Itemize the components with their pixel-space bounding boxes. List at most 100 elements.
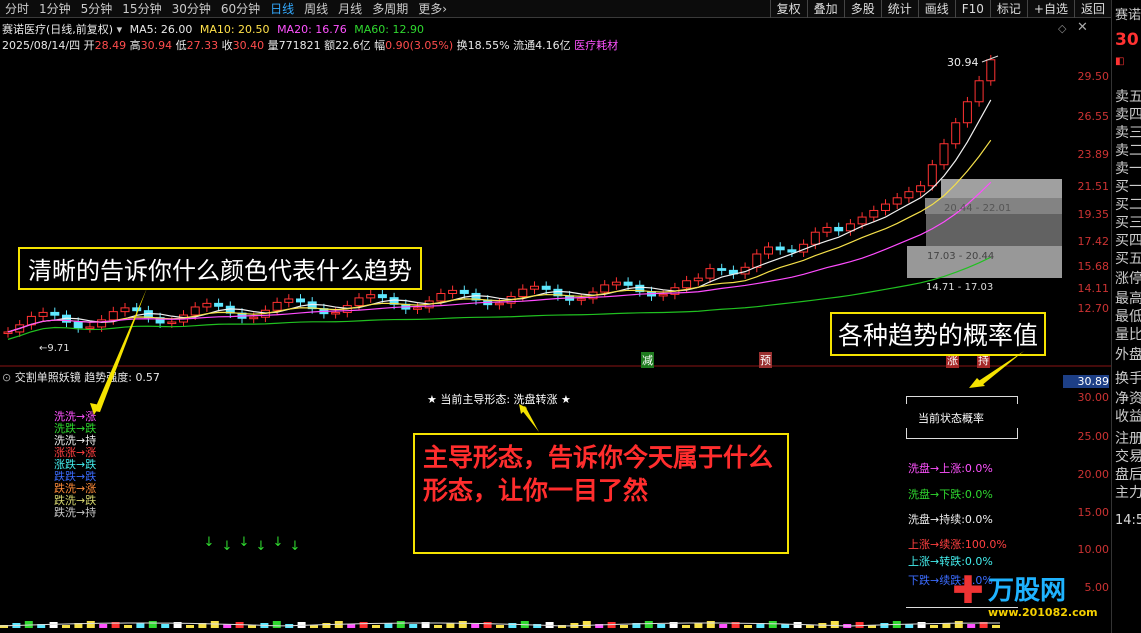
indicator-tick: 20.00 [1077, 468, 1110, 481]
candle-body [272, 301, 282, 311]
side-item: 最高 [1115, 291, 1141, 307]
side-item: 收益 [1115, 409, 1141, 425]
price-tick: 17.42 [1077, 235, 1110, 248]
candle-body [167, 321, 177, 325]
multi-stock-button[interactable]: 多股 [843, 0, 881, 18]
ma10-value: MA10: 20.50 [199, 23, 270, 36]
price-tick: 12.70 [1077, 302, 1110, 315]
indicator-name[interactable]: 交割单照妖镜 [15, 371, 81, 384]
tab-weekly[interactable]: 周线 [299, 0, 333, 17]
side-stock-name[interactable]: 赛诺 [1115, 4, 1141, 23]
candle-body [214, 302, 224, 307]
side-item: 买四 [1115, 233, 1141, 249]
tab-fenshi[interactable]: 分时 [0, 0, 34, 17]
indicator-bar [446, 623, 455, 628]
indicator-bar [682, 625, 690, 628]
tab-15min[interactable]: 15分钟 [117, 0, 166, 17]
diamond-icon[interactable]: ◇ [1058, 22, 1066, 35]
candle-body [717, 268, 727, 271]
overlay-button[interactable]: 叠加 [806, 0, 844, 18]
add-watchlist-button[interactable]: +自选 [1026, 0, 1074, 18]
tool-buttons: 复权 叠加 多股 统计 画线 F10 标记 +自选 返回 [769, 0, 1111, 18]
f10-button[interactable]: F10 [954, 0, 990, 18]
candle-body [202, 302, 212, 308]
candle-body [904, 191, 914, 199]
indicator-tick: 25.00 [1077, 430, 1110, 443]
candle-body [611, 281, 621, 286]
down-signal-arrows: ↓ ↓ ↓ ↓ ↓ ↓ [204, 535, 301, 554]
indicator-bar [99, 624, 108, 628]
watermark-url: www.201082.com [988, 606, 1098, 619]
tab-more[interactable]: 更多› [413, 0, 452, 17]
side-price: 30 [1115, 30, 1139, 50]
quote-side-panel: 赛诺 30 ◧ 卖五 卖四 卖三 卖二 卖一 买一 买二 买三 买四 买五 涨停 最高 最低 量比 外盘 换手… [1111, 0, 1141, 633]
candle-body [518, 288, 528, 297]
chip-box-upper [941, 179, 1062, 198]
indicator-bar [396, 621, 405, 628]
candle-body [249, 316, 259, 320]
indicator-toggle-icon[interactable]: ⊙ [2, 371, 11, 384]
side-item: 换手 [1115, 371, 1141, 387]
candle-body [541, 285, 551, 290]
arrow-to-main-form [521, 406, 539, 432]
candle-body [986, 59, 996, 82]
side-item: 卖一 [1115, 161, 1141, 177]
tab-multi-period[interactable]: 多周期 [367, 0, 413, 17]
candle-body [869, 209, 879, 218]
side-item: 量比 [1115, 327, 1141, 343]
side-item: 交易 [1115, 449, 1141, 465]
indicator-bar [880, 623, 889, 628]
side-item: 盘后 [1115, 467, 1141, 483]
ma5-line [7, 99, 992, 333]
prob-row: 洗盘→上涨:0.0% [908, 462, 993, 475]
candle-body [377, 294, 387, 299]
side-buy-icon[interactable]: ◧ [1115, 56, 1124, 67]
indicator-bar [806, 625, 814, 628]
candle-body [3, 331, 13, 334]
price-tick: 23.89 [1077, 148, 1110, 161]
down-triangle-icon[interactable]: ▾ [117, 23, 123, 36]
tab-more-label: 更多 [418, 2, 443, 16]
candle-body [50, 311, 60, 316]
back-button[interactable]: 返回 [1073, 0, 1111, 18]
tab-30min[interactable]: 30分钟 [167, 0, 216, 17]
price-tick: 15.68 [1077, 260, 1110, 273]
side-item: 最低 [1115, 309, 1141, 325]
statistics-button[interactable]: 统计 [880, 0, 918, 18]
tab-monthly[interactable]: 月线 [333, 0, 367, 17]
candle-body [775, 246, 785, 251]
chip-box-2-label: 17.03 - 20.44 [927, 251, 995, 262]
draw-line-button[interactable]: 画线 [917, 0, 955, 18]
candle-body [916, 185, 926, 193]
indicator-bar [186, 625, 194, 628]
stock-title[interactable]: 赛诺医疗(日线,前复权) [2, 23, 113, 36]
tab-5min[interactable]: 5分钟 [76, 0, 118, 17]
candle-body [693, 277, 703, 282]
candle-body [97, 319, 107, 328]
close-icon[interactable]: ✕ [1077, 20, 1088, 35]
period-toolbar: 分时 1分钟 5分钟 15分钟 30分钟 60分钟 日线 周线 月线 多周期 更… [0, 0, 1111, 18]
prob-row: 洗盘→下跌:0.0% [908, 488, 993, 501]
mark-button[interactable]: 标记 [989, 0, 1027, 18]
high-price-label: 30.94 [947, 56, 979, 69]
indicator-bar [471, 624, 480, 628]
price-tick: 19.35 [1077, 208, 1110, 221]
chip-box-mid [926, 214, 1062, 246]
candle-body [366, 294, 376, 299]
candle-body [600, 284, 610, 293]
candle-body [974, 80, 984, 103]
tab-60min[interactable]: 60分钟 [216, 0, 265, 17]
tab-1min[interactable]: 1分钟 [34, 0, 76, 17]
candlestick-series [3, 54, 996, 338]
candle-body [881, 203, 890, 211]
tab-daily[interactable]: 日线 [265, 0, 299, 17]
ma5-value: MA5: 26.00 [129, 23, 193, 36]
restore-rights-button[interactable]: 复权 [769, 0, 807, 18]
side-item: 注册 [1115, 431, 1141, 447]
side-item: 买一 [1115, 179, 1141, 195]
indicator-header: ⊙ 交割单照妖镜 趋势强度: 0.57 [2, 369, 160, 385]
down-arrow-icon: ↓ [273, 535, 284, 550]
watermark-brand: 万股网 [988, 576, 1067, 606]
indicator-bar [483, 622, 492, 628]
price-tick: 14.11 [1077, 282, 1110, 295]
